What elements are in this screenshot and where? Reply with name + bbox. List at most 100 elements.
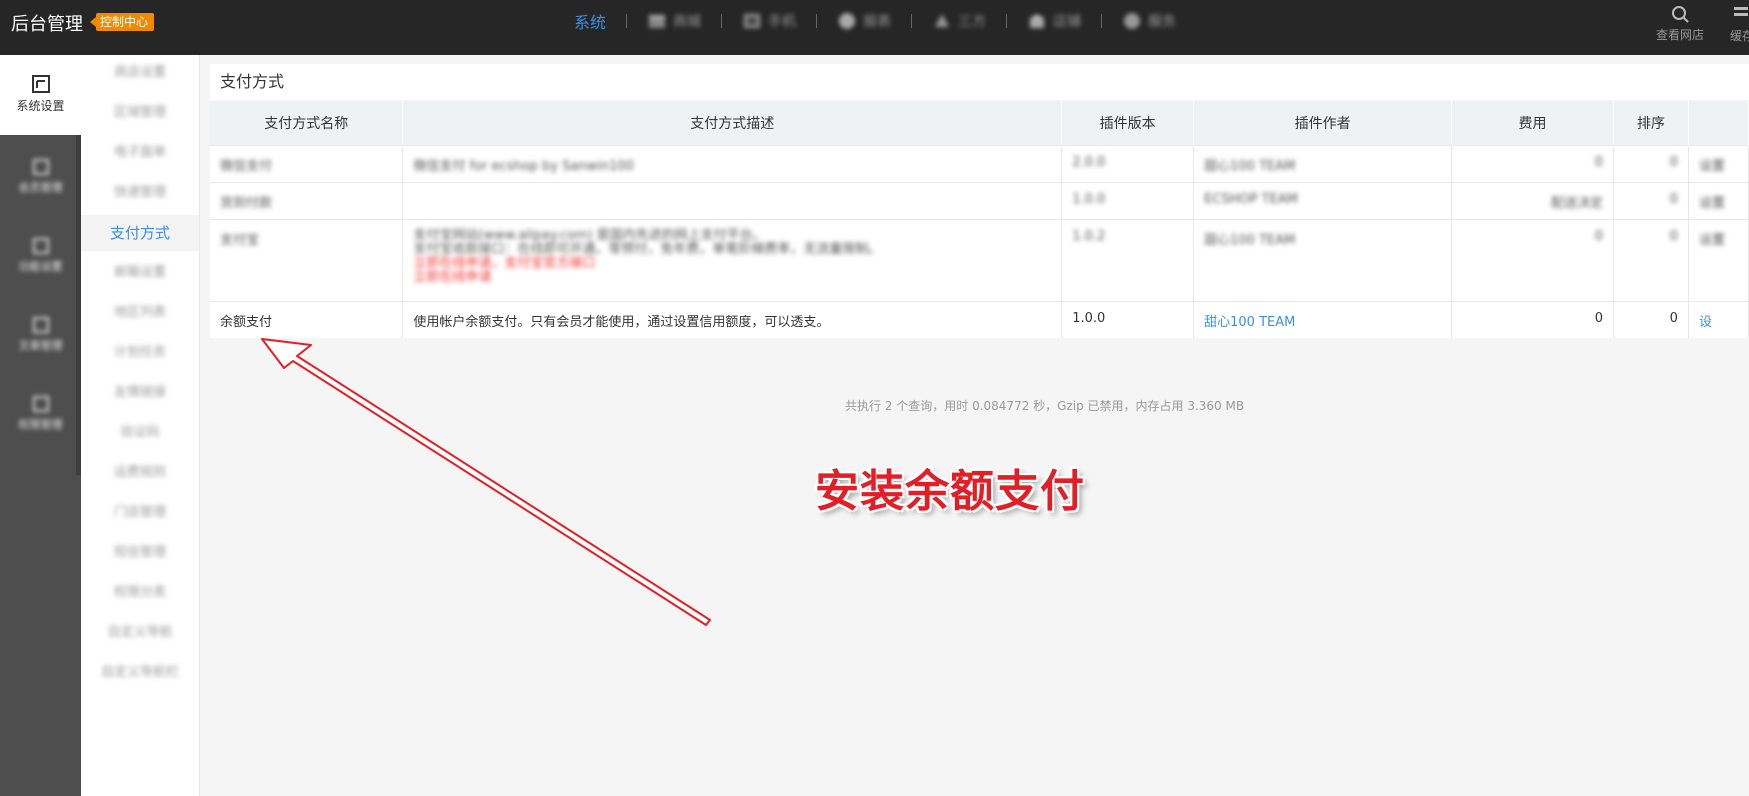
query-stats: 共执行 2 个查询，用时 0.084772 秒，Gzip 已禁用，内存占用 3.… [845,399,1245,413]
store-icon [1029,14,1046,28]
table-row: 货到付款 1.0.0 ECSHOP TEAM 配送决定 0 设置 [210,182,1749,220]
subnav-item[interactable]: 自定义导航 [81,615,199,651]
top-nav-store[interactable]: 店铺 [1027,10,1081,32]
edit-icon [32,238,49,254]
report-icon [839,13,856,29]
settings-panel-icon [31,75,50,93]
subnav-item[interactable]: 短信管理 [81,535,199,571]
table-header-row: 支付方式名称 支付方式描述 插件版本 插件作者 费用 排序 [210,101,1749,146]
desc-line: 支付宝收款接口：在线即可开通，零预付，免年费，单笔阶梯费率，无流量限制。 [413,242,882,257]
top-nav-service[interactable]: 服务 [1122,10,1176,32]
cell-desc: 使用帐户余额支付。只有会员才能使用，通过设置信用额度，可以透支。 [402,301,1063,338]
subnav-item[interactable]: 计划任务 [81,335,199,371]
nav-divider [1101,14,1103,28]
subnav-item[interactable]: 权限分类 [81,575,199,611]
table-row: 支付宝 支付宝网站(www.alipay.com) 是国内先进的网上支付平台。 … [210,219,1749,302]
view-site-button[interactable]: 查看网店 [1656,4,1704,43]
subnav-item[interactable]: 自定义导航栏 [81,655,199,691]
desc-line: 支付宝网站(www.alipay.com) 是国内先进的网上支付平台。 [413,228,766,243]
cell-desc: 微信支付 for ecshop by Sanwin100 [402,145,1063,183]
sitemap-icon [935,14,950,27]
cell-fee: 0 [1451,301,1614,338]
col-header-order: 排序 [1613,101,1689,146]
top-nav-mobile[interactable]: 手机 [742,10,796,32]
cell-version: 1.0.2 [1061,219,1195,302]
cell-version: 2.0.0 [1061,145,1195,183]
nav-divider [911,14,913,28]
mobile-icon [744,14,761,28]
col-header-author: 插件作者 [1193,101,1453,146]
author-link[interactable]: 甜心100 TEAM [1193,219,1453,302]
subnav-item[interactable]: 地区列表 [81,295,199,331]
top-nav-label: 三方 [958,14,987,30]
rail-item-label: 文章管理 [18,339,63,352]
rail-item-system-settings[interactable]: 系统设置 [0,55,81,135]
rail-item-permissions[interactable]: 权限管理 [0,387,81,447]
author-link[interactable]: 甜心100 TEAM [1193,145,1453,183]
subnav-item[interactable]: 区域管理 [81,95,199,131]
top-nav-label: 商城 [673,14,702,30]
rail-item-features[interactable]: 功能设置 [0,229,81,289]
edit-icon [32,317,49,333]
top-nav: 系统 商城 手机 报表 三方 店铺 服务 [574,10,1176,32]
cell-name: 余额支付 [210,301,404,338]
table-row: 微信支付 微信支付 for ecshop by Sanwin100 2.0.0 … [210,145,1749,183]
col-header-fee: 费用 [1451,101,1614,146]
sub-sidebar: 商店设置 区域管理 电子面单 快递管理 支付方式 邮箱设置 地区列表 计划任务 … [81,55,200,796]
cell-name: 货到付款 [210,182,404,220]
cell-order: 0 [1613,145,1689,183]
top-nav-shop[interactable]: 商城 [647,10,701,32]
top-nav-thirdparty[interactable]: 三方 [932,10,986,32]
cell-fee: 配送决定 [1451,182,1614,220]
subnav-item[interactable]: 电子面单 [81,135,199,171]
cell-order: 0 [1613,182,1689,220]
subnav-item[interactable]: 验证码 [81,415,199,451]
install-link[interactable]: 设 [1688,301,1749,338]
payment-methods-table: 支付方式名称 支付方式描述 插件版本 插件作者 费用 排序 微信支付 微信支付 … [210,101,1749,338]
rail-item-label: 会员管理 [18,181,63,194]
setup-link[interactable]: 设置 [1688,182,1749,220]
clear-cache-button[interactable]: 缓存 [1730,4,1749,44]
shop-icon [649,15,666,28]
cell-name: 支付宝 [210,219,404,302]
author-link[interactable]: ECSHOP TEAM [1193,182,1453,220]
rail-item-label: 权限管理 [18,418,63,431]
subnav-item[interactable]: 运费规则 [81,455,199,491]
subnav-item-payment[interactable]: 支付方式 [81,215,199,251]
page-title: 支付方式 [210,64,1749,100]
cell-fee: 0 [1451,219,1614,302]
subnav-item[interactable]: 友情链接 [81,375,199,411]
cell-desc [402,182,1063,220]
desc-line-apply[interactable]: 立即在线申请 [413,271,1051,285]
subnav-item[interactable]: 商店设置 [81,55,199,91]
top-nav-system[interactable]: 系统 [574,10,606,32]
nav-divider [816,14,818,28]
cloud-icon [1124,13,1141,29]
cell-order: 0 [1613,301,1689,338]
table-row: 余额支付 使用帐户余额支付。只有会员才能使用，通过设置信用额度，可以透支。 1.… [210,301,1749,338]
rail-item-members[interactable]: 会员管理 [0,150,81,210]
rail-item-label: 系统设置 [16,99,65,113]
control-center-badge[interactable]: 控制中心 [89,13,155,31]
arrow-shape [261,338,711,626]
top-nav-label: 系统 [574,13,607,32]
setup-link[interactable]: 设置 [1688,219,1749,302]
subnav-item[interactable]: 门店管理 [81,495,199,531]
setup-link[interactable]: 设置 [1688,145,1749,183]
cell-version: 1.0.0 [1061,182,1195,220]
cell-name: 微信支付 [210,145,404,183]
rail-item-articles[interactable]: 文章管理 [0,308,81,368]
search-icon [1672,6,1689,23]
subnav-item[interactable]: 邮箱设置 [81,255,199,291]
nav-divider [626,14,628,28]
nav-divider [1006,14,1008,28]
top-bar: 后台管理 控制中心 系统 商城 手机 报表 三方 店铺 服务 查看网店 缓存 [0,0,1749,55]
author-link[interactable]: 甜心100 TEAM [1193,301,1453,338]
top-nav-label: 手机 [768,14,797,30]
desc-line-apply[interactable]: 立即在线申请，支付宝官方接口 [413,257,1051,271]
subnav-item[interactable]: 快递管理 [81,175,199,211]
top-nav-report[interactable]: 报表 [837,10,891,32]
brand-title: 后台管理 [11,14,83,35]
cache-label: 缓存 [1730,29,1749,43]
edit-icon [32,159,49,175]
